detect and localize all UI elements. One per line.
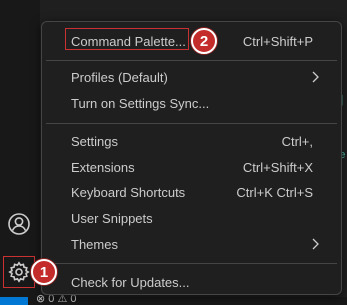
menu-item-label: Keyboard Shortcuts [71, 184, 186, 200]
menu-item-check-updates[interactable]: Check for Updates... [46, 269, 337, 295]
step-badge-2: 2 [191, 28, 217, 54]
activity-bar [0, 0, 40, 297]
menu-item-profiles[interactable]: Profiles (Default) [46, 64, 337, 90]
chevron-right-icon [312, 238, 319, 250]
menu-separator [46, 123, 337, 124]
menu-item-label: User Snippets [71, 210, 153, 226]
menu-item-user-snippets[interactable]: User Snippets [46, 205, 337, 231]
status-bar: ⊗ 0 ⚠ 0 [0, 293, 347, 305]
menu-item-settings[interactable]: Settings Ctrl+, [46, 128, 337, 154]
menu-item-shortcut: Ctrl+Shift+X [242, 159, 313, 175]
menu-separator [46, 60, 337, 61]
menu-item-label: Settings [71, 133, 118, 149]
menu-item-label: Themes [71, 236, 118, 252]
remote-indicator-button[interactable] [0, 297, 28, 305]
menu-item-shortcut: Ctrl+K Ctrl+S [236, 184, 313, 200]
person-icon [8, 213, 30, 235]
menu-item-extensions[interactable]: Extensions Ctrl+Shift+X [46, 154, 337, 180]
menu-item-shortcut: Ctrl+Shift+P [242, 33, 313, 49]
manage-context-menu: Command Palette... Ctrl+Shift+P Profiles… [41, 21, 342, 295]
menu-item-label: Profiles (Default) [71, 69, 168, 85]
chevron-right-icon [312, 71, 319, 83]
command-palette-highlight [65, 28, 189, 50]
menu-item-label: Check for Updates... [71, 274, 190, 290]
step-badge-1: 1 [31, 259, 57, 285]
menu-item-label: Extensions [71, 159, 135, 175]
menu-item-themes[interactable]: Themes [46, 231, 337, 257]
menu-separator [46, 263, 337, 264]
menu-item-label: Turn on Settings Sync... [71, 95, 210, 111]
gear-icon [8, 261, 30, 283]
menu-item-keyboard-shortcuts[interactable]: Keyboard Shortcuts Ctrl+K Ctrl+S [46, 179, 337, 205]
menu-item-shortcut: Ctrl+, [281, 133, 313, 149]
menu-item-settings-sync[interactable]: Turn on Settings Sync... [46, 90, 337, 116]
accounts-button[interactable] [3, 208, 35, 240]
